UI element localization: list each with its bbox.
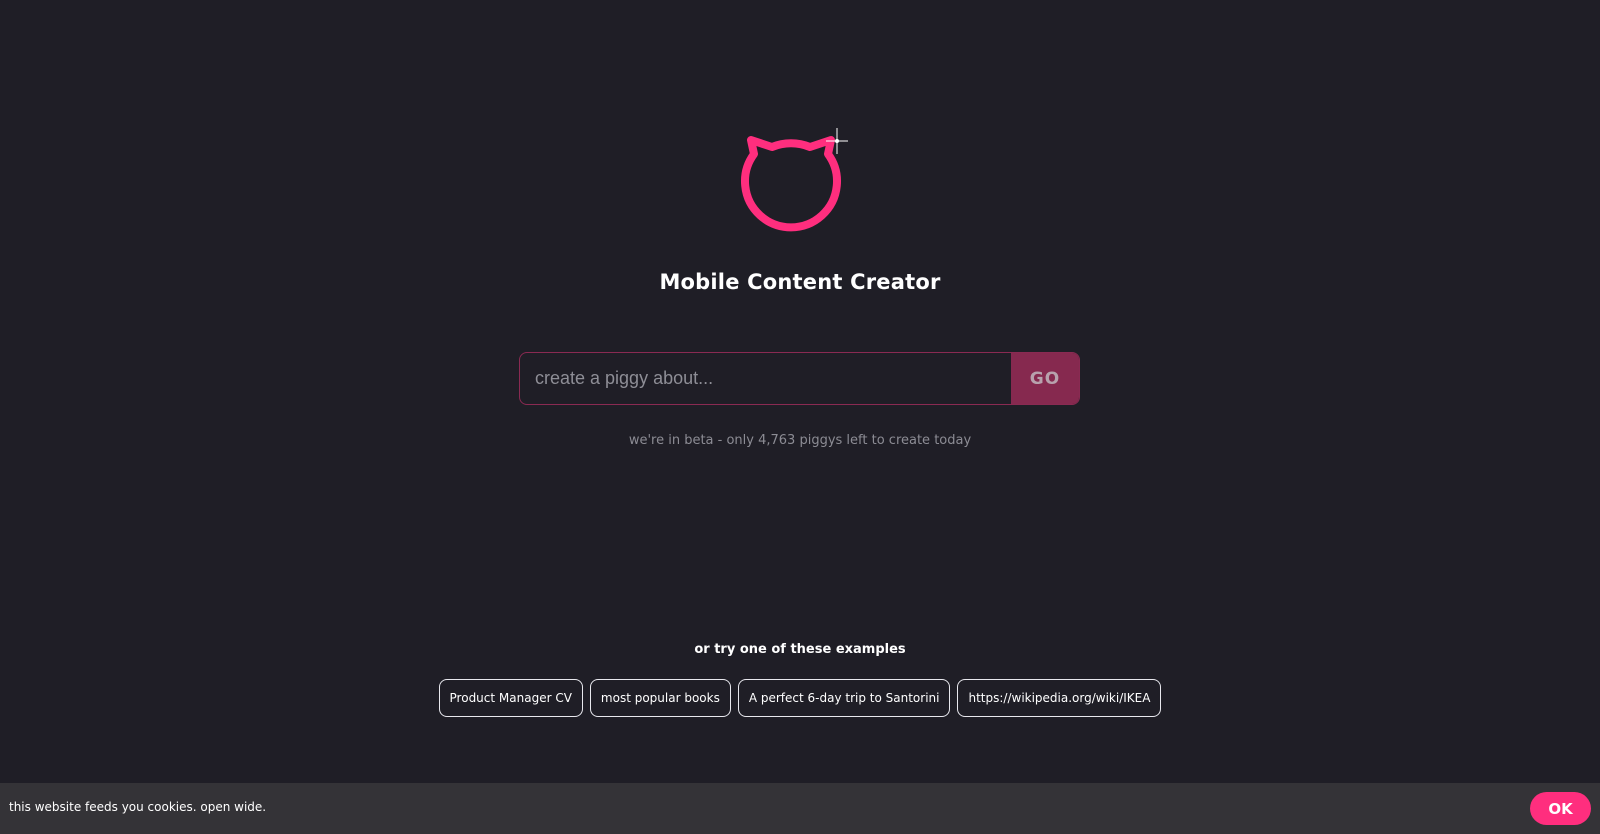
cookie-banner-text: this website feeds you cookies. open wid… <box>9 800 267 814</box>
landing-page: Mobile Content Creator GO we're in beta … <box>0 0 1600 834</box>
topic-input[interactable] <box>520 353 1011 404</box>
example-chip-product-manager-cv[interactable]: Product Manager CV <box>438 679 583 717</box>
example-chip-most-popular-books[interactable]: most popular books <box>589 679 731 717</box>
cat-head-logo-icon <box>741 128 848 232</box>
go-button[interactable]: GO <box>1011 353 1079 404</box>
page-title: Mobile Content Creator <box>659 270 941 294</box>
example-chips: Product Manager CV most popular books A … <box>0 679 1600 717</box>
example-chip-santorini-trip[interactable]: A perfect 6-day trip to Santorini <box>737 679 951 717</box>
example-chip-ikea-wikipedia[interactable]: https://wikipedia.org/wiki/IKEA <box>957 679 1162 717</box>
beta-notice: we're in beta - only 4,763 piggys left t… <box>628 433 972 448</box>
cookie-banner: this website feeds you cookies. open wid… <box>0 783 1600 834</box>
examples-heading: or try one of these examples <box>694 642 906 657</box>
search-bar: GO <box>519 352 1080 405</box>
cookie-ok-button[interactable]: OK <box>1530 792 1591 825</box>
